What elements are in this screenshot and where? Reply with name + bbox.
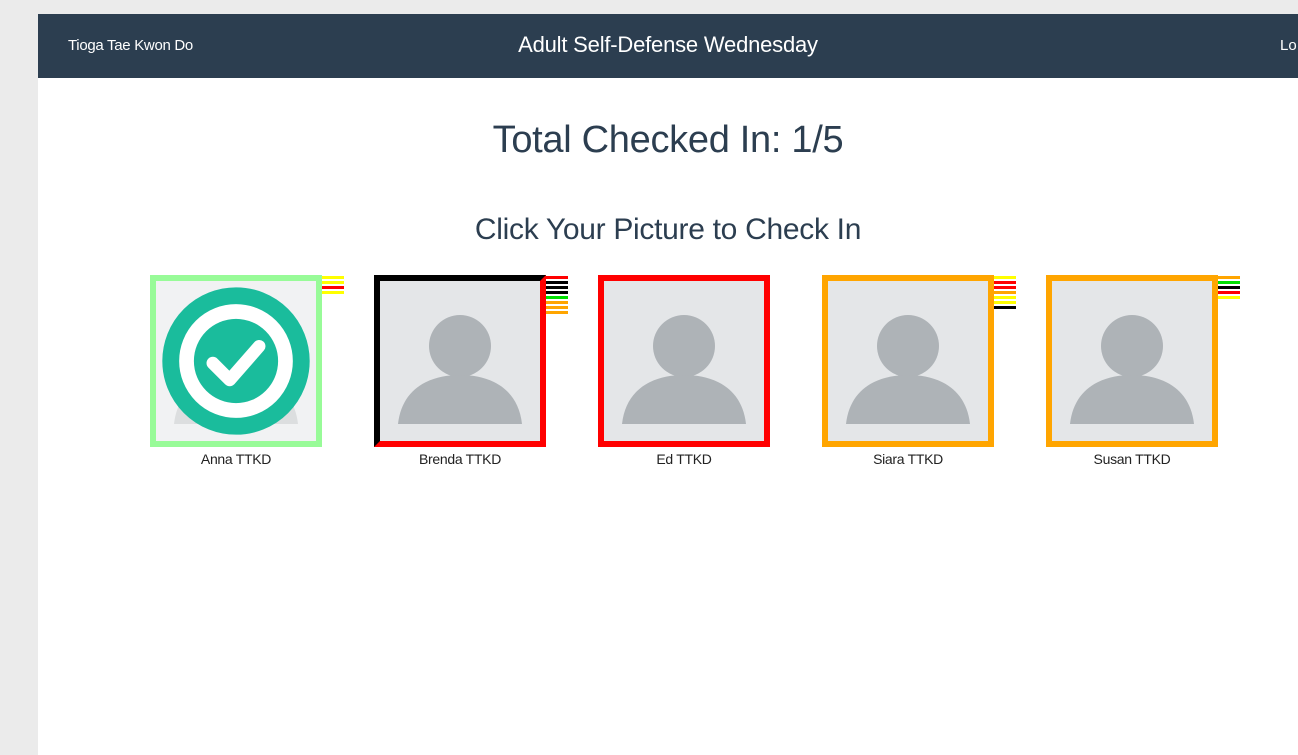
belt-stripe [1218,291,1240,294]
avatar-body [622,375,746,424]
belt-stripe [546,291,568,294]
student-photo[interactable] [374,275,546,447]
total-checked-in: Total Checked In: 1/5 [492,119,844,161]
belt-stripe [994,301,1016,304]
belt-stripes [322,275,344,294]
belt-stripe [1218,286,1240,289]
avatar-body [398,375,522,424]
student-card[interactable]: Brenda TTKD [374,275,568,467]
avatar-placeholder-icon [1070,315,1194,424]
belt-stripe [994,296,1016,299]
student-card[interactable]: Siara TTKD [822,275,1016,467]
belt-stripes [546,275,568,314]
belt-stripe [322,291,344,294]
avatar-head [653,315,715,377]
belt-stripe [994,276,1016,279]
belt-stripe [1218,276,1240,279]
belt-stripe [994,286,1016,289]
belt-stripe [994,291,1016,294]
logout-link[interactable]: Lo [1280,14,1297,78]
avatar-head [877,315,939,377]
avatar-placeholder-icon [398,315,522,424]
belt-stripe [994,306,1016,309]
belt-stripe [322,286,344,289]
belt-stripe [994,281,1016,284]
belt-stripe [546,301,568,304]
student-name: Brenda TTKD [418,451,502,467]
avatar-head [1101,315,1163,377]
student-photo[interactable] [150,275,322,447]
student-name: Susan TTKD [1093,451,1171,467]
checked-in-icon [162,287,310,435]
student-card[interactable]: Anna TTKD [150,275,344,467]
student-photo[interactable] [598,275,770,447]
student-card[interactable]: Susan TTKD [1046,275,1240,467]
student-card[interactable]: Ed TTKD [598,275,770,467]
belt-stripe [546,276,568,279]
page: Tioga Tae Kwon Do Adult Self-Defense Wed… [38,14,1298,755]
student-photo[interactable] [822,275,994,447]
student-photo[interactable] [1046,275,1218,447]
belt-stripe [546,306,568,309]
belt-stripe [1218,281,1240,284]
avatar-head [429,315,491,377]
avatar-placeholder-icon [622,315,746,424]
belt-stripes [994,275,1016,309]
belt-stripe [546,286,568,289]
belt-stripe [322,276,344,279]
class-title: Adult Self-Defense Wednesday [518,32,818,57]
avatar-body [1070,375,1194,424]
belt-stripe [546,311,568,314]
belt-stripes [1218,275,1240,299]
belt-stripe [546,281,568,284]
belt-stripe [1218,296,1240,299]
navbar: Tioga Tae Kwon Do Adult Self-Defense Wed… [38,14,1298,78]
student-name: Anna TTKD [200,451,272,467]
belt-stripe [546,296,568,299]
check-in-instructions: Click Your Picture to Check In [474,213,862,246]
student-name: Ed TTKD [656,451,712,467]
belt-stripe [322,281,344,284]
student-name: Siara TTKD [873,451,943,467]
avatar-placeholder-icon [846,315,970,424]
avatar-body [846,375,970,424]
